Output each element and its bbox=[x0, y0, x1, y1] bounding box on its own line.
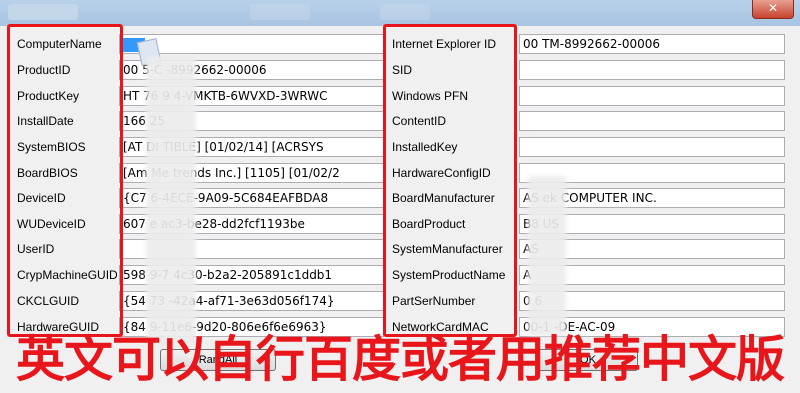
caption-overlay: 英文可以自行百度或者用推荐中文版 bbox=[15, 331, 785, 388]
right-field[interactable] bbox=[519, 60, 785, 80]
close-button[interactable]: ✕ bbox=[752, 0, 794, 19]
highlight-box-right bbox=[383, 24, 517, 337]
highlight-box-left bbox=[7, 24, 123, 337]
right-field[interactable] bbox=[519, 111, 785, 131]
right-field[interactable] bbox=[519, 86, 785, 106]
blurred-title bbox=[8, 4, 78, 20]
blurred-menu bbox=[380, 4, 430, 20]
close-icon: ✕ bbox=[767, 1, 779, 15]
right-field[interactable] bbox=[519, 137, 785, 157]
redaction-patch bbox=[528, 176, 566, 336]
right-field[interactable]: 00 TM-8992662-00006 bbox=[519, 34, 785, 54]
blurred-menu bbox=[250, 4, 310, 20]
title-bar: ✕ bbox=[0, 0, 800, 27]
redaction-patch bbox=[146, 56, 196, 346]
